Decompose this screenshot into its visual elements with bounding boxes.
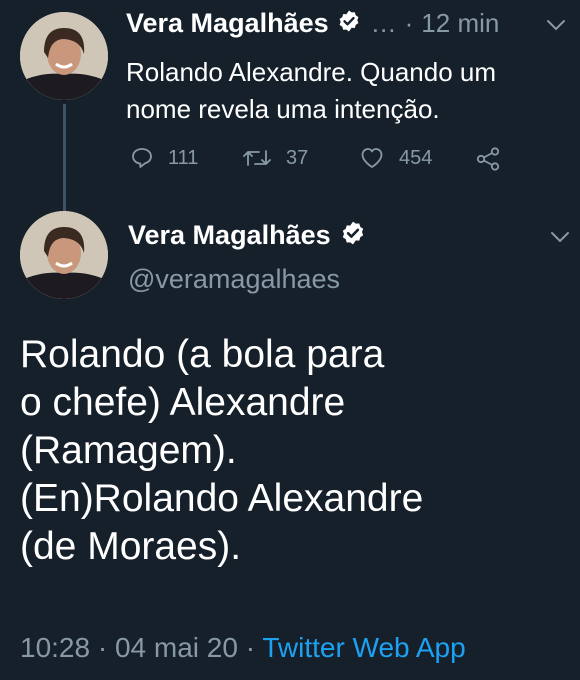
verified-badge-icon — [340, 220, 366, 251]
tweet-time[interactable]: 10:28 — [20, 632, 90, 663]
author-name[interactable]: Vera Magalhães — [126, 8, 329, 39]
footer-separator: · — [97, 632, 108, 663]
tweet-header: Vera Magalhães … · 12 min — [126, 8, 499, 39]
tweet-source-link[interactable]: Twitter Web App — [262, 632, 465, 663]
time-separator: · — [404, 8, 414, 38]
author-handle[interactable]: @veramagalhaes — [128, 264, 340, 295]
like-button[interactable]: 454 — [359, 146, 432, 170]
avatar[interactable] — [20, 12, 108, 100]
tweet-date[interactable]: 04 mai 20 — [115, 632, 238, 663]
retweet-button[interactable]: 37 — [242, 146, 308, 170]
reply-icon — [130, 146, 154, 170]
tweet-header: Vera Magalhães — [128, 220, 366, 251]
share-icon[interactable] — [475, 146, 501, 177]
retweet-count: 37 — [286, 146, 309, 169]
author-name[interactable]: Vera Magalhães — [128, 220, 331, 251]
tweet-time-ago[interactable]: 12 min — [421, 8, 499, 39]
footer-separator: · — [245, 632, 256, 663]
name-truncation: … — [370, 8, 397, 38]
retweet-icon — [242, 146, 272, 170]
chevron-down-icon[interactable] — [546, 18, 566, 37]
tweet-text: Rolando Alexandre. Quando um nome revela… — [126, 57, 497, 124]
thread-connector — [63, 104, 66, 212]
reply-button[interactable]: 111 — [130, 146, 198, 170]
like-icon — [359, 146, 385, 170]
verified-badge-icon — [337, 9, 361, 38]
tweet-footer: 10:28 · 04 mai 20 · Twitter Web App — [20, 632, 466, 664]
avatar[interactable] — [20, 211, 108, 299]
reply-count: 111 — [168, 146, 199, 169]
chevron-down-icon[interactable] — [550, 230, 570, 249]
tweet-text: Rolando (a bola para o chefe) Alexandre … — [20, 333, 424, 568]
like-count: 454 — [399, 146, 433, 169]
